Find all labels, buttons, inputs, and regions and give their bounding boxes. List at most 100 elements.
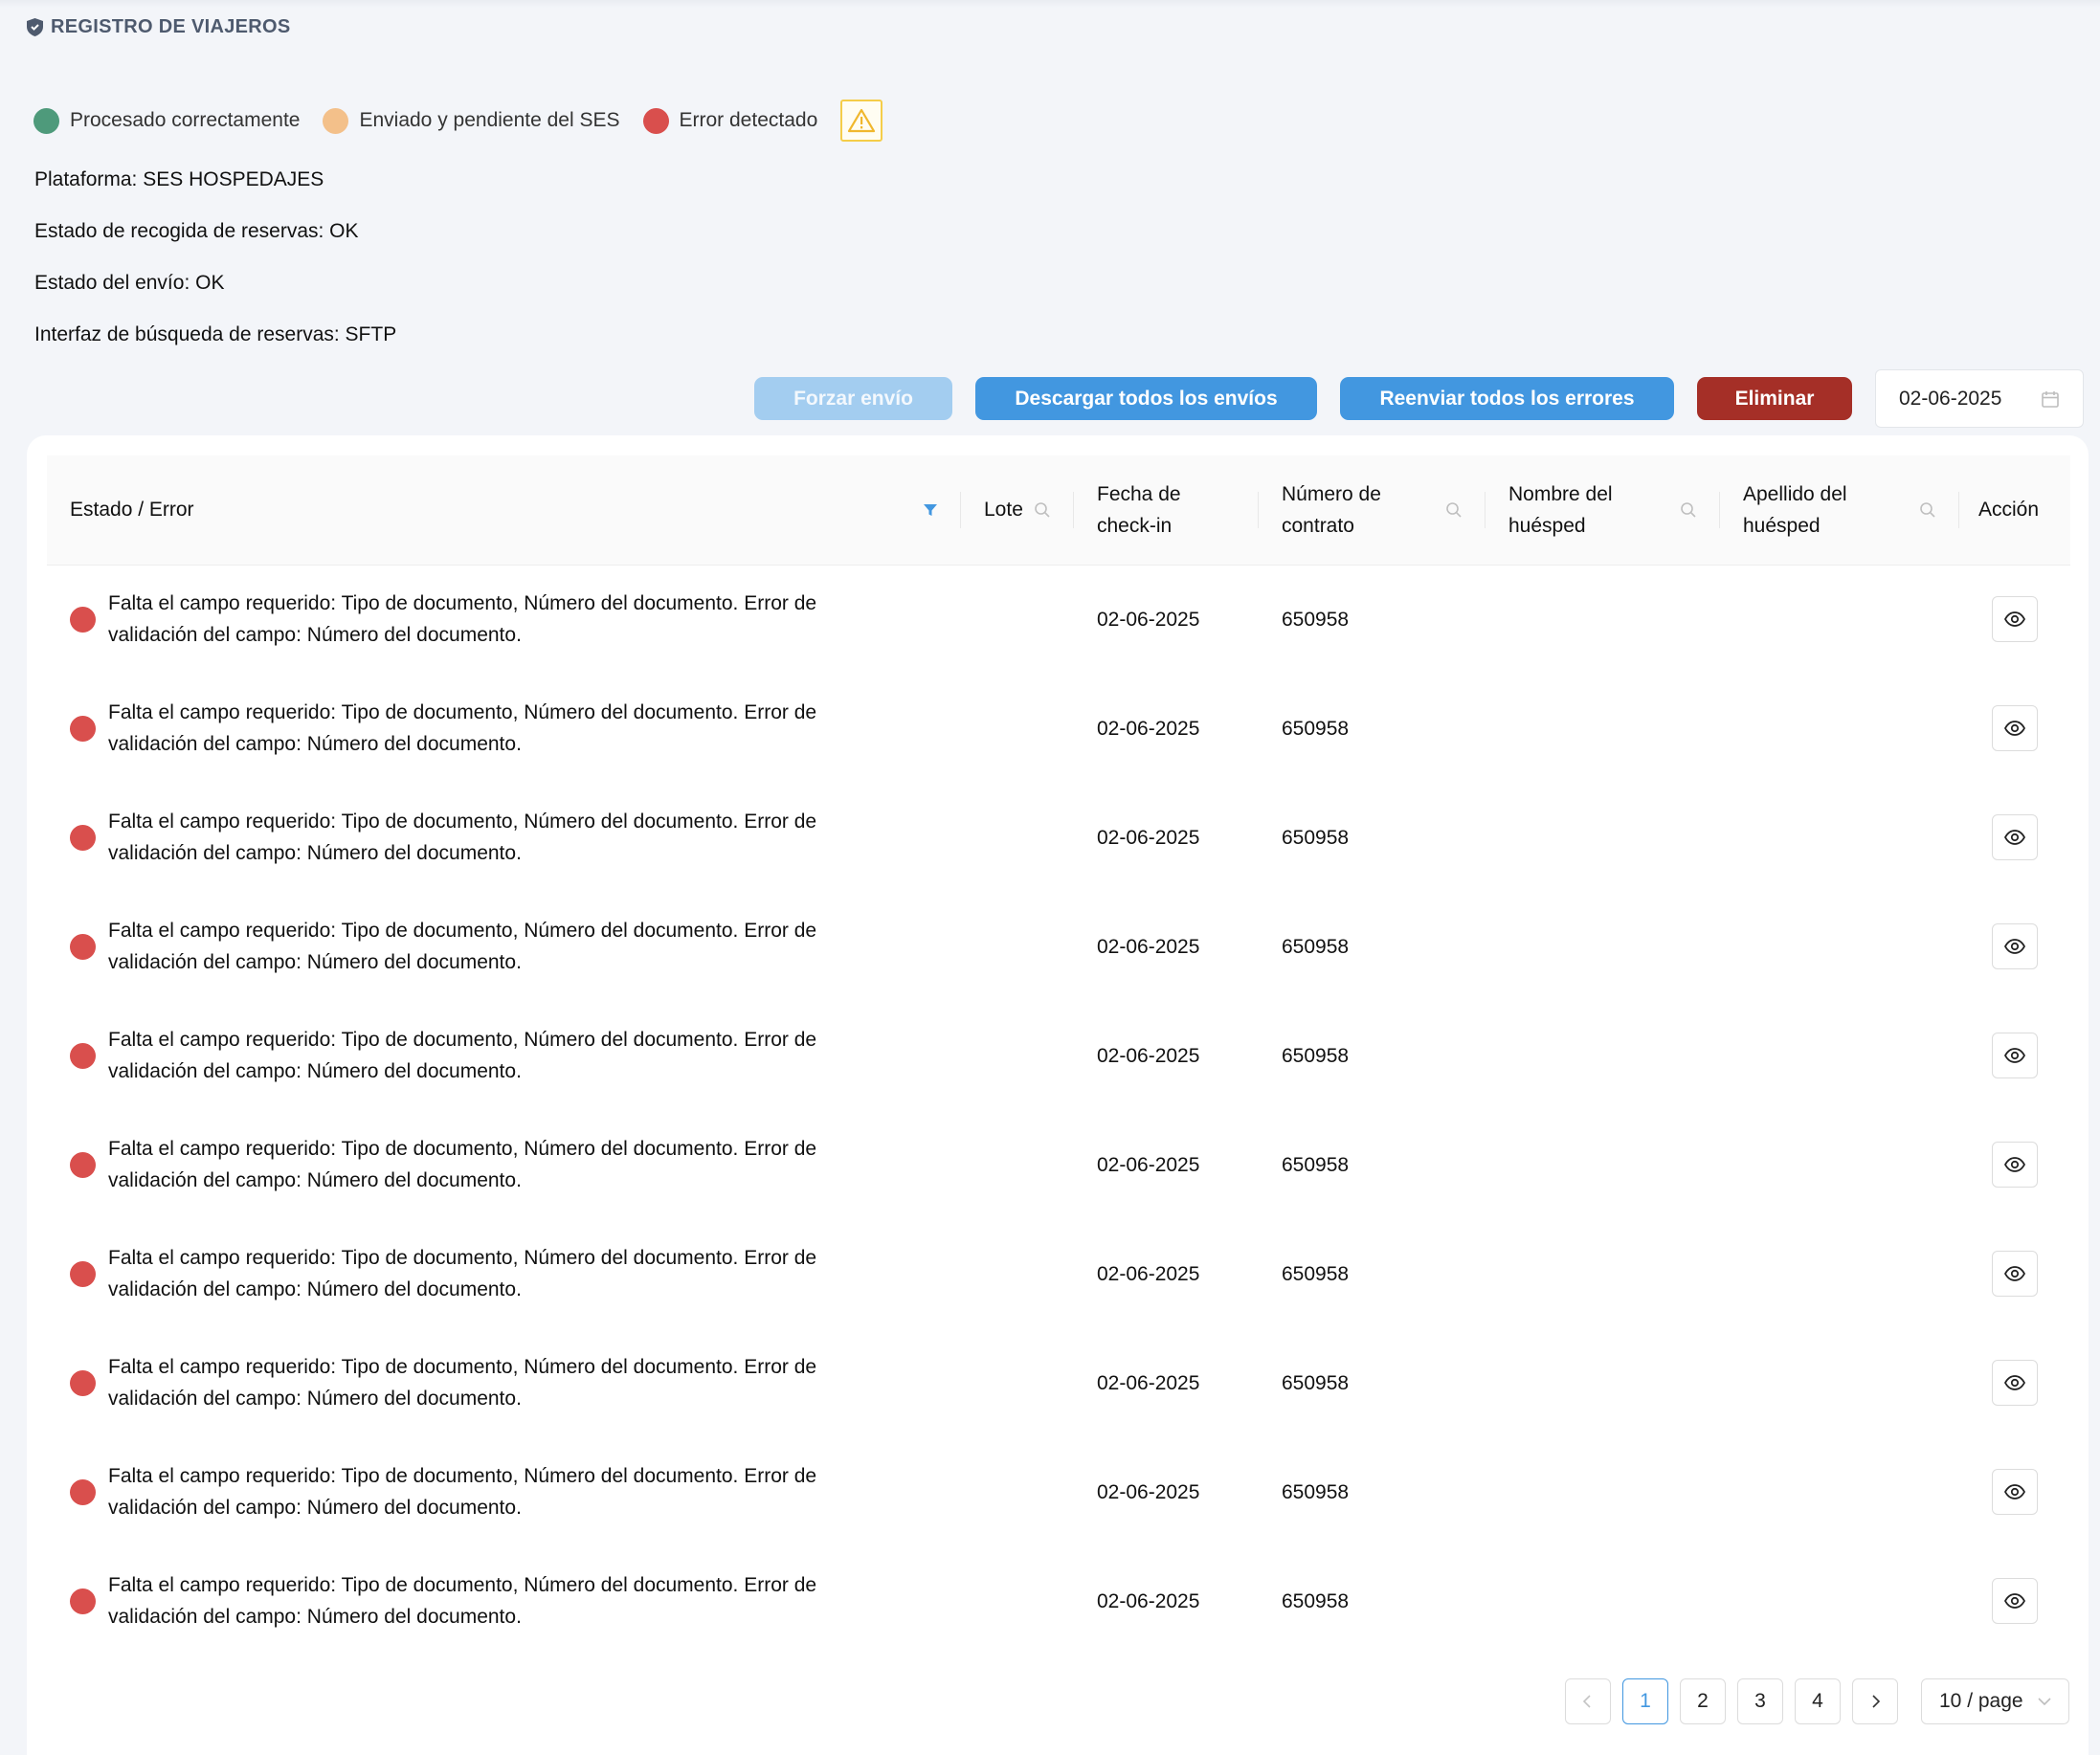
legend-label-pending: Enviado y pendiente del SES xyxy=(359,109,620,131)
date-picker[interactable]: 02-06-2025 xyxy=(1875,369,2084,428)
error-message: Falta el campo requerido: Tipo de docume… xyxy=(108,588,816,651)
table-body: Falta el campo requerido: Tipo de docume… xyxy=(47,565,2070,1655)
status-dot-green xyxy=(34,107,59,134)
status-dot-red xyxy=(642,107,669,134)
date-value: 02-06-2025 xyxy=(1899,387,2002,410)
column-label-guest-surname-line1: Apellido del xyxy=(1743,482,1847,505)
cell-contract: 650958 xyxy=(1282,1589,1350,1612)
cell-contract: 650958 xyxy=(1282,608,1350,631)
filter-icon[interactable] xyxy=(923,502,938,518)
status-dot-red xyxy=(70,1369,96,1396)
error-message-line2: validación del campo: Número del documen… xyxy=(108,733,522,755)
column-label-guest-surname: Apellido del huésped xyxy=(1743,478,1847,542)
page-1-button[interactable]: 1 xyxy=(1622,1678,1668,1724)
column-label-guest-name: Nombre del huésped xyxy=(1508,478,1613,542)
view-button[interactable] xyxy=(1992,705,2038,751)
view-button[interactable] xyxy=(1992,1578,2038,1624)
error-message-line2: validación del campo: Número del documen… xyxy=(108,1388,522,1410)
cell-batch xyxy=(961,1328,1074,1437)
legend-item-ok: Procesado correctamente xyxy=(34,107,301,134)
resend-errors-button[interactable]: Reenviar todos los errores xyxy=(1340,377,1674,420)
records-card: Estado / Error Lote Fecha de check-in Nú… xyxy=(27,435,2089,1755)
cell-checkin: 02-06-2025 xyxy=(1097,935,1200,958)
error-message-line1: Falta el campo requerido: Tipo de docume… xyxy=(108,1465,817,1487)
eye-icon xyxy=(2004,1048,2025,1063)
view-button[interactable] xyxy=(1992,1360,2038,1406)
cell-checkin: 02-06-2025 xyxy=(1097,1371,1200,1394)
cell-guest-surname xyxy=(1720,1546,1959,1655)
force-send-button[interactable]: Forzar envío xyxy=(754,377,952,420)
error-message-line2: validación del campo: Número del documen… xyxy=(108,842,522,864)
search-icon[interactable] xyxy=(1034,501,1051,519)
next-page-button[interactable] xyxy=(1852,1678,1898,1724)
cell-guest-surname xyxy=(1720,674,1959,783)
cell-state: Falta el campo requerido: Tipo de docume… xyxy=(47,1219,961,1328)
page-size-value: 10 / page xyxy=(1939,1690,2023,1712)
error-message: Falta el campo requerido: Tipo de docume… xyxy=(108,1460,816,1523)
cell-action xyxy=(1959,892,2070,1001)
view-button[interactable] xyxy=(1992,923,2038,969)
cell-checkin: 02-06-2025 xyxy=(1097,1153,1200,1176)
cell-batch xyxy=(961,1001,1074,1110)
prev-page-button[interactable] xyxy=(1565,1678,1611,1724)
chevron-down-icon xyxy=(2038,1698,2051,1706)
table-row: Falta el campo requerido: Tipo de docume… xyxy=(47,1328,2070,1437)
cell-contract: 650958 xyxy=(1282,1153,1350,1176)
search-icon[interactable] xyxy=(1445,501,1463,519)
cell-contract: 650958 xyxy=(1282,935,1350,958)
cell-batch xyxy=(961,1546,1074,1655)
chevron-right-icon xyxy=(1872,1695,1881,1708)
column-header-contract: Número de contrato xyxy=(1259,455,1486,566)
cell-state: Falta el campo requerido: Tipo de docume… xyxy=(47,1328,961,1437)
cell-guest-surname xyxy=(1720,892,1959,1001)
legend-label-ok: Procesado correctamente xyxy=(70,109,301,131)
page-3-button[interactable]: 3 xyxy=(1737,1678,1783,1724)
error-message-line2: validación del campo: Número del documen… xyxy=(108,624,522,647)
search-interface-info: Interfaz de búsqueda de reservas: SFTP xyxy=(34,323,397,345)
page-4-button[interactable]: 4 xyxy=(1795,1678,1841,1724)
column-header-state: Estado / Error xyxy=(47,455,961,566)
error-message: Falta el campo requerido: Tipo de docume… xyxy=(108,1569,816,1633)
error-message-line1: Falta el campo requerido: Tipo de docume… xyxy=(108,701,817,723)
error-message: Falta el campo requerido: Tipo de docume… xyxy=(108,1024,816,1087)
cell-action xyxy=(1959,1110,2070,1219)
cell-batch xyxy=(961,1110,1074,1219)
cell-guest-surname xyxy=(1720,1328,1959,1437)
column-label-guest-surname-line2: huésped xyxy=(1743,514,1821,537)
error-message-line2: validación del campo: Número del documen… xyxy=(108,1606,522,1628)
page-2-button[interactable]: 2 xyxy=(1680,1678,1726,1724)
status-dot-red xyxy=(70,824,96,851)
cell-guest-surname xyxy=(1720,1219,1959,1328)
view-button[interactable] xyxy=(1992,1251,2038,1297)
column-header-action: Acción xyxy=(1959,455,2070,566)
cell-batch xyxy=(961,565,1074,674)
warning-button[interactable] xyxy=(840,100,883,142)
platform-info: Plataforma: SES HOSPEDAJES xyxy=(34,168,324,190)
eye-icon xyxy=(2004,1157,2025,1172)
error-message: Falta el campo requerido: Tipo de docume… xyxy=(108,915,816,978)
view-button[interactable] xyxy=(1992,1033,2038,1078)
cell-checkin: 02-06-2025 xyxy=(1097,1480,1200,1503)
status-dot-red xyxy=(70,606,96,633)
cell-guest-name xyxy=(1486,1219,1720,1328)
download-all-button[interactable]: Descargar todos los envíos xyxy=(975,377,1317,420)
view-button[interactable] xyxy=(1992,814,2038,860)
booking-status-info: Estado de recogida de reservas: OK xyxy=(34,220,359,242)
column-label-batch: Lote xyxy=(984,499,1023,522)
view-button[interactable] xyxy=(1992,596,2038,643)
send-status-info: Estado del envío: OK xyxy=(34,272,225,294)
search-icon[interactable] xyxy=(1680,501,1697,519)
cell-guest-name xyxy=(1486,1001,1720,1110)
status-dot-red xyxy=(70,1588,96,1614)
cell-checkin: 02-06-2025 xyxy=(1097,1589,1200,1612)
view-button[interactable] xyxy=(1992,1469,2038,1515)
column-label-checkin: Fecha de check-in xyxy=(1097,478,1181,542)
page-size-select[interactable]: 10 / page xyxy=(1921,1678,2069,1724)
delete-button[interactable]: Eliminar xyxy=(1697,377,1852,420)
column-header-guest-surname: Apellido del huésped xyxy=(1720,455,1959,566)
cell-batch xyxy=(961,892,1074,1001)
view-button[interactable] xyxy=(1992,1142,2038,1188)
eye-icon xyxy=(2004,611,2025,628)
cell-batch xyxy=(961,783,1074,892)
search-icon[interactable] xyxy=(1919,501,1936,519)
